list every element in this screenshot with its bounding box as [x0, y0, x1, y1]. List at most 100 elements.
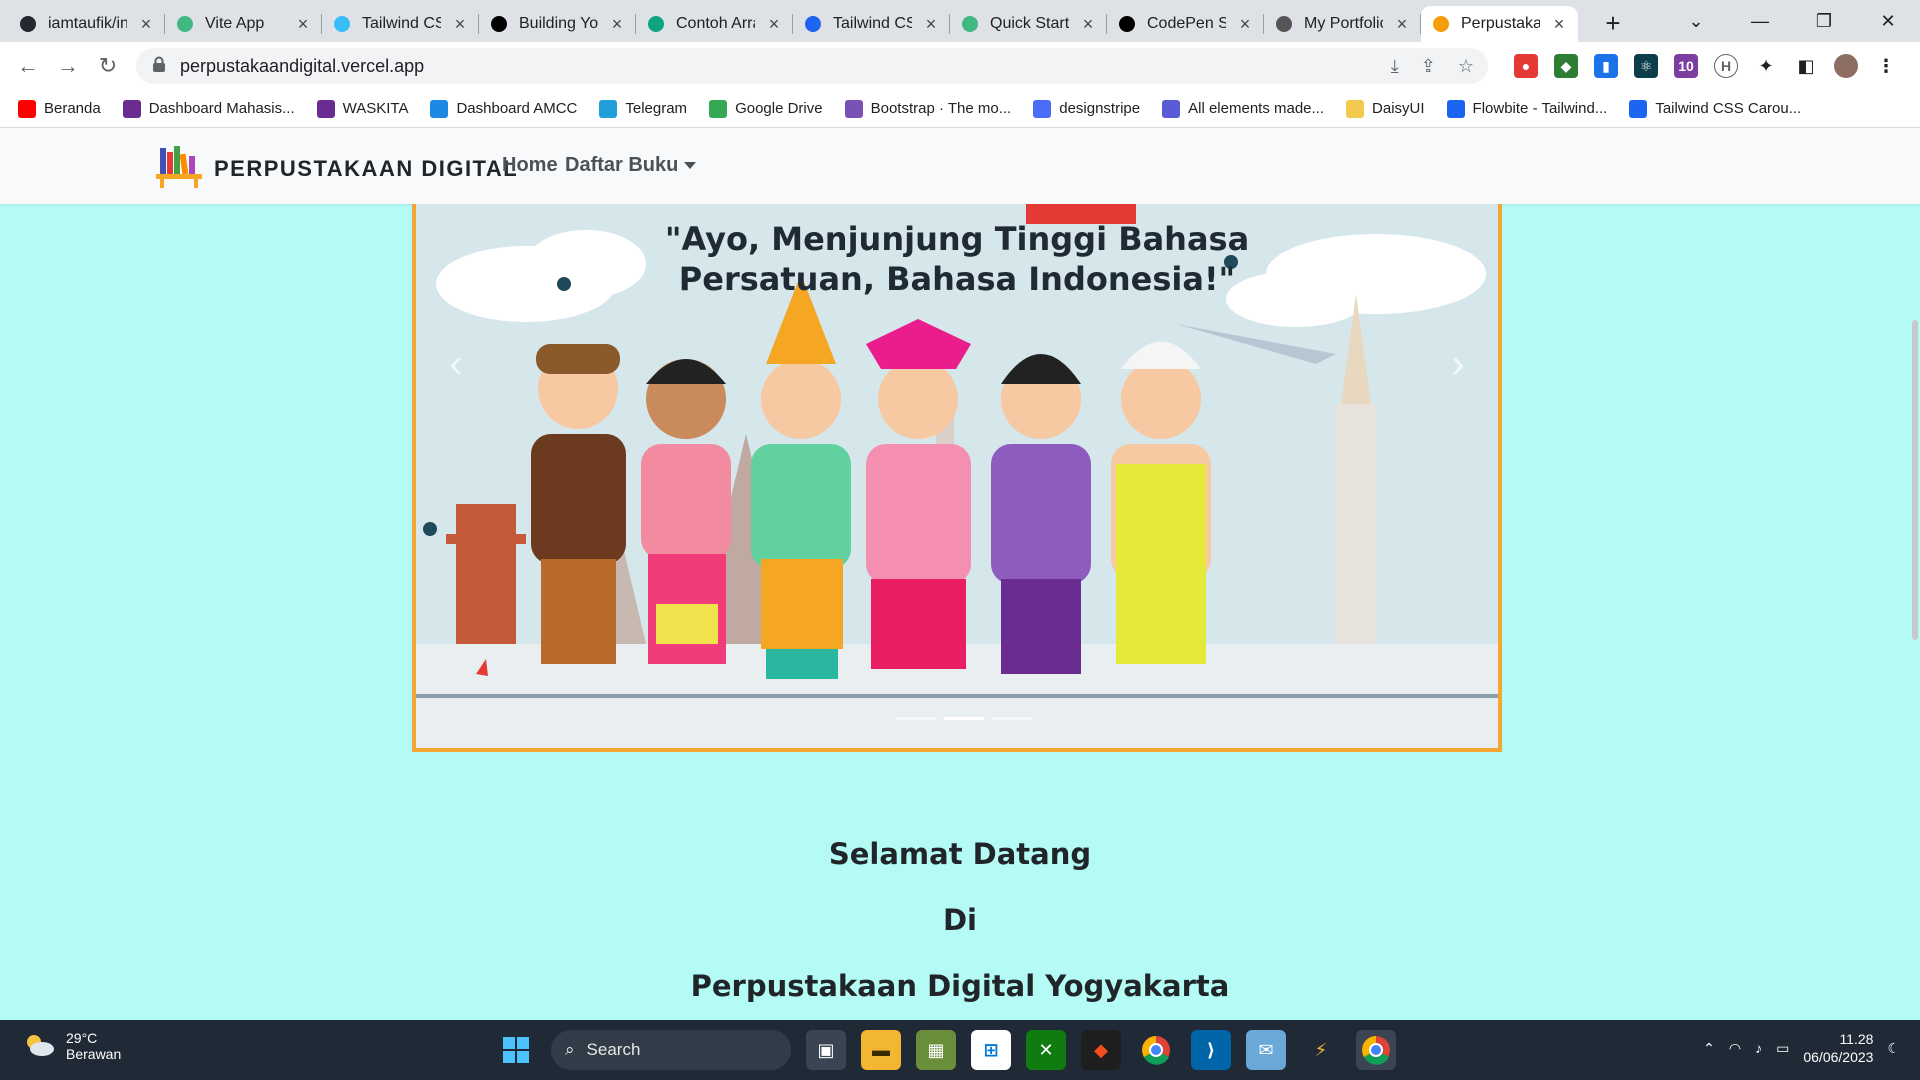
- extension-icon[interactable]: ▮: [1594, 54, 1618, 78]
- tab-close-icon[interactable]: ×: [922, 14, 940, 35]
- bookmark-item[interactable]: Telegram: [599, 99, 687, 118]
- carousel-next-button[interactable]: ›: [1438, 334, 1478, 394]
- file-explorer-icon[interactable]: ▬: [861, 1030, 901, 1070]
- install-app-icon[interactable]: ⤓: [1391, 56, 1399, 77]
- url-text[interactable]: perpustakaandigital.vercel.app: [180, 56, 424, 77]
- tab-close-icon[interactable]: ×: [1550, 14, 1568, 35]
- extension-icon[interactable]: ●: [1514, 54, 1538, 78]
- task-view-icon[interactable]: ▣: [806, 1030, 846, 1070]
- tab-close-icon[interactable]: ×: [137, 14, 155, 35]
- forward-button[interactable]: →: [56, 54, 80, 78]
- bookmark-item[interactable]: Tailwind CSS Carou...: [1629, 99, 1801, 118]
- bookmark-item[interactable]: Flowbite - Tailwind...: [1446, 99, 1608, 118]
- bookmark-label: Google Drive: [735, 100, 823, 117]
- bookmark-item[interactable]: Dashboard AMCC: [430, 99, 577, 118]
- weather-condition: Berawan: [66, 1046, 122, 1062]
- chrome-icon[interactable]: [1136, 1030, 1176, 1070]
- flowbite-icon: [803, 14, 823, 34]
- taskbar-search[interactable]: ⌕ Search: [551, 1030, 791, 1070]
- reload-button[interactable]: ↻: [96, 54, 120, 78]
- extension-icon[interactable]: ◆: [1554, 54, 1578, 78]
- notification-icon[interactable]: ☾: [1887, 1040, 1900, 1057]
- restore-button[interactable]: ❐: [1792, 0, 1856, 42]
- tab-close-icon[interactable]: ×: [608, 14, 626, 35]
- new-tab-button[interactable]: +: [1598, 8, 1628, 38]
- windows-start-icon[interactable]: [496, 1030, 536, 1070]
- nav-daftar-buku-dropdown[interactable]: Daftar Buku: [565, 154, 697, 177]
- back-button[interactable]: ←: [16, 54, 40, 78]
- menu-icon[interactable]: ⋮: [1874, 54, 1898, 78]
- bookmark-item[interactable]: All elements made...: [1162, 99, 1324, 118]
- bookmark-item[interactable]: Bootstrap · The mo...: [844, 99, 1011, 118]
- tab-title: Perpustaka: [1461, 15, 1540, 32]
- carousel-prev-button[interactable]: ‹: [436, 334, 476, 394]
- drive-icon: [709, 99, 728, 118]
- welcome-line-1: Selamat Datang: [828, 837, 1092, 871]
- browser-tab[interactable]: CodePen Se ×: [1107, 6, 1264, 42]
- weather-widget[interactable]: 29°C Berawan: [22, 1030, 121, 1062]
- tab-search-icon[interactable]: ⌄: [1664, 0, 1728, 42]
- tab-close-icon[interactable]: ×: [294, 14, 312, 35]
- bookmark-item[interactable]: DaisyUI: [1346, 99, 1425, 118]
- extension-icon[interactable]: 10: [1674, 54, 1698, 78]
- wifi-icon[interactable]: ◠: [1729, 1040, 1741, 1057]
- windows-taskbar: 29°C Berawan ⌕ Search ▣ ▬ ▦ ⊞ ✕ ◆ ⟩ ✉ ⚡ …: [0, 1020, 1920, 1080]
- scrollbar-thumb[interactable]: [1912, 320, 1918, 640]
- browser-tab[interactable]: Building You ×: [479, 6, 636, 42]
- carousel-indicator[interactable]: [992, 717, 1032, 720]
- nav-home-link[interactable]: Home: [502, 154, 558, 177]
- close-window-button[interactable]: ✕: [1856, 0, 1920, 42]
- browser-tab[interactable]: Tailwind CSS ×: [793, 6, 950, 42]
- bookmark-item[interactable]: WASKITA: [316, 99, 408, 118]
- address-bar[interactable]: perpustakaandigital.vercel.app ⤓ ⇪ ☆: [136, 48, 1488, 84]
- nextjs-icon: [489, 14, 509, 34]
- flowbite-icon: [1629, 99, 1648, 118]
- carousel-indicator[interactable]: [896, 717, 936, 720]
- bookmark-star-icon[interactable]: ☆: [1458, 56, 1474, 77]
- tab-close-icon[interactable]: ×: [1236, 14, 1254, 35]
- bookmark-item[interactable]: designstripe: [1033, 99, 1140, 118]
- react-devtools-icon[interactable]: ⚛: [1634, 54, 1658, 78]
- app-icon[interactable]: ⚡: [1301, 1030, 1341, 1070]
- profile-avatar[interactable]: [1834, 54, 1858, 78]
- side-panel-icon[interactable]: ◧: [1794, 54, 1818, 78]
- battery-icon[interactable]: ▭: [1776, 1040, 1789, 1057]
- bookmark-item[interactable]: Google Drive: [709, 99, 823, 118]
- volume-icon[interactable]: ♪: [1755, 1040, 1762, 1056]
- tab-title: Vite App: [205, 15, 265, 32]
- waskita-icon: [316, 99, 335, 118]
- browser-tab[interactable]: My Portfolio ×: [1264, 6, 1421, 42]
- chevron-up-icon[interactable]: ⌃: [1703, 1040, 1715, 1057]
- brand[interactable]: PERPUSTAKAAN DIGITAL: [156, 144, 518, 193]
- tab-close-icon[interactable]: ×: [765, 14, 783, 35]
- clock-date: 06/06/2023: [1803, 1049, 1874, 1065]
- taskbar-apps: ⌕ Search ▣ ▬ ▦ ⊞ ✕ ◆ ⟩ ✉ ⚡: [496, 1030, 1396, 1070]
- microsoft-store-icon[interactable]: ⊞: [971, 1030, 1011, 1070]
- chrome-active-icon[interactable]: [1356, 1030, 1396, 1070]
- tab-close-icon[interactable]: ×: [451, 14, 469, 35]
- vscode-icon[interactable]: ⟩: [1191, 1030, 1231, 1070]
- extension-icon[interactable]: H: [1714, 54, 1738, 78]
- browser-tab[interactable]: Quick Start ×: [950, 6, 1107, 42]
- minimize-button[interactable]: —: [1728, 0, 1792, 42]
- tab-close-icon[interactable]: ×: [1079, 14, 1097, 35]
- mail-icon[interactable]: ✉: [1246, 1030, 1286, 1070]
- puzzle-icon[interactable]: ✦: [1754, 54, 1778, 78]
- browser-tab[interactable]: Perpustaka ×: [1421, 6, 1578, 42]
- share-icon[interactable]: ⇪: [1421, 56, 1436, 77]
- bookmark-item[interactable]: Beranda: [18, 99, 101, 118]
- browser-tab[interactable]: Tailwind CSS ×: [322, 6, 479, 42]
- tab-strip: iamtaufik/in×Vite App×Tailwind CSS×Build…: [0, 0, 1920, 42]
- bookmark-item[interactable]: Dashboard Mahasis...: [122, 99, 295, 118]
- carousel-indicator[interactable]: [944, 717, 984, 720]
- browser-tab[interactable]: iamtaufik/in ×: [8, 6, 165, 42]
- browser-tab[interactable]: Contoh Arra ×: [636, 6, 793, 42]
- clock[interactable]: 11.28 06/06/2023: [1803, 1030, 1873, 1066]
- xbox-icon[interactable]: ✕: [1026, 1030, 1066, 1070]
- browser-tab[interactable]: Vite App ×: [165, 6, 322, 42]
- minecraft-icon[interactable]: ▦: [916, 1030, 956, 1070]
- tab-close-icon[interactable]: ×: [1393, 14, 1411, 35]
- bookmark-label: Flowbite - Tailwind...: [1472, 100, 1608, 117]
- figma-icon[interactable]: ◆: [1081, 1030, 1121, 1070]
- youtube-icon: [18, 99, 36, 118]
